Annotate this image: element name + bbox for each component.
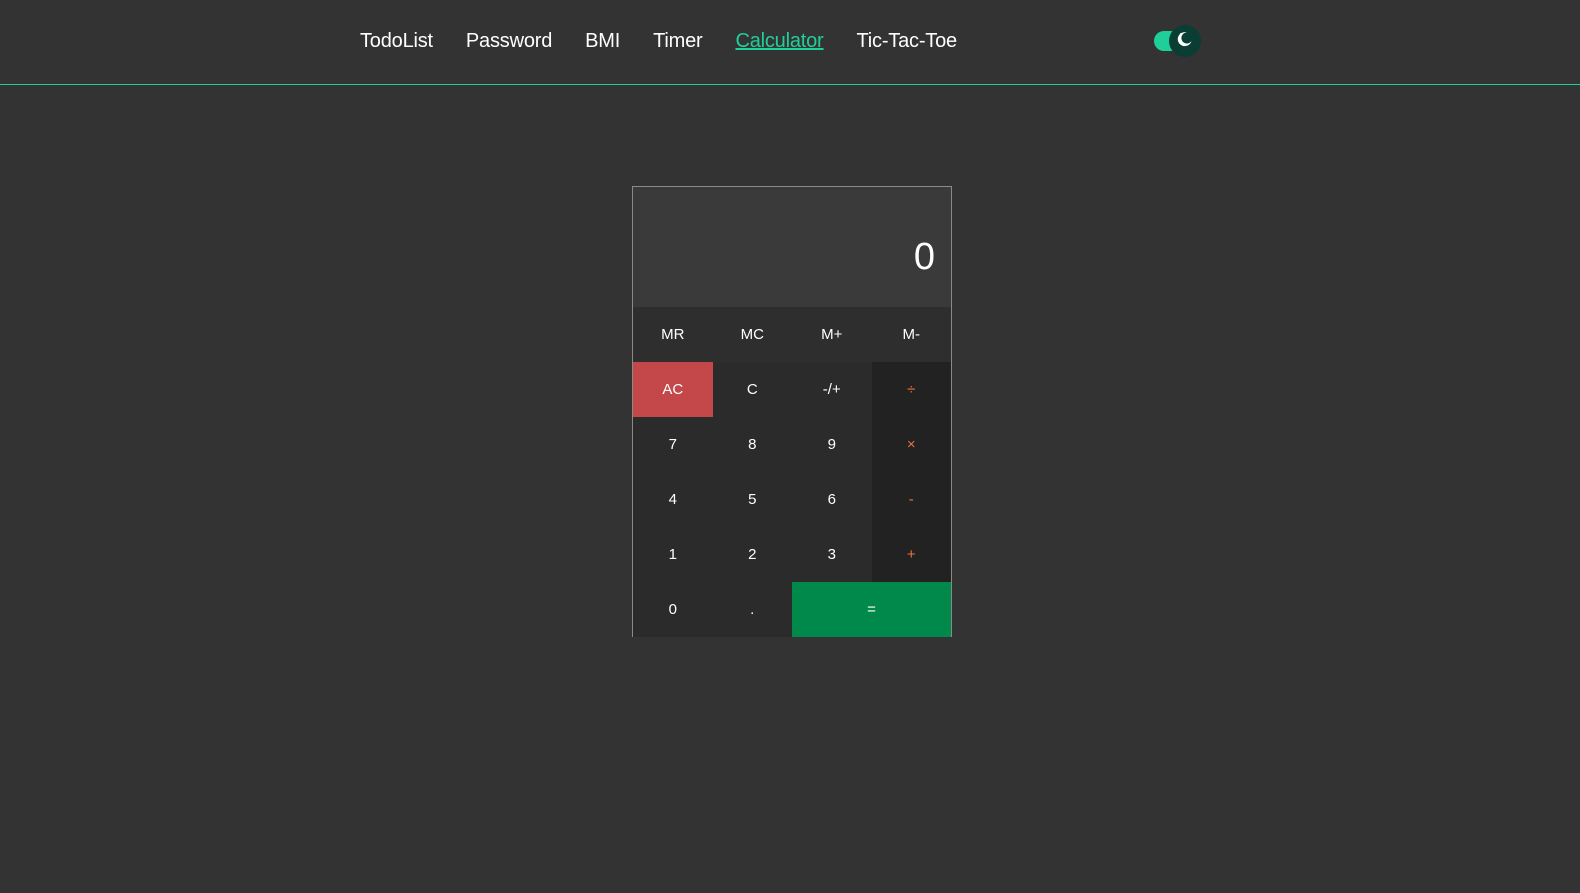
clear-button[interactable]: C	[712, 362, 792, 417]
toggle-knob	[1169, 25, 1201, 57]
memory-add-button[interactable]: M+	[792, 307, 872, 362]
digit-4-button[interactable]: 4	[633, 472, 713, 527]
nav-link-bmi[interactable]: BMI	[585, 27, 620, 55]
digit-6-button[interactable]: 6	[792, 472, 872, 527]
theme-toggle[interactable]	[1154, 25, 1202, 57]
digit-1-button[interactable]: 1	[633, 527, 713, 582]
digit-2-button[interactable]: 2	[712, 527, 792, 582]
calculator-keypad: MR MC M+ M- AC C -/+ ÷ 7 8 9 × 4 5 6 - 1…	[633, 307, 951, 637]
digit-3-button[interactable]: 3	[792, 527, 872, 582]
memory-recall-button[interactable]: MR	[633, 307, 713, 362]
subtract-button[interactable]: -	[871, 472, 951, 527]
all-clear-button[interactable]: AC	[633, 362, 713, 417]
nav-link-calculator[interactable]: Calculator	[735, 27, 823, 55]
calculator: 0 MR MC M+ M- AC C -/+ ÷ 7 8 9 × 4 5 6 -…	[632, 186, 952, 637]
top-navigation-bar: TodoList Password BMI Timer Calculator T…	[0, 0, 1580, 85]
nav-link-timer[interactable]: Timer	[653, 27, 703, 55]
add-button[interactable]: +	[871, 527, 951, 582]
digit-8-button[interactable]: 8	[712, 417, 792, 472]
equals-button[interactable]: =	[792, 582, 951, 637]
nav-link-password[interactable]: Password	[466, 27, 552, 55]
nav-link-tic-tac-toe[interactable]: Tic-Tac-Toe	[857, 27, 958, 55]
memory-clear-button[interactable]: MC	[712, 307, 792, 362]
decimal-point-button[interactable]: .	[712, 582, 792, 637]
nav-link-todolist[interactable]: TodoList	[360, 27, 433, 55]
multiply-button[interactable]: ×	[871, 417, 951, 472]
display-value: 0	[913, 236, 935, 278]
main-nav: TodoList Password BMI Timer Calculator T…	[360, 27, 990, 55]
moon-icon	[1176, 30, 1194, 53]
digit-5-button[interactable]: 5	[712, 472, 792, 527]
digit-7-button[interactable]: 7	[633, 417, 713, 472]
divide-button[interactable]: ÷	[871, 362, 951, 417]
negate-button[interactable]: -/+	[792, 362, 872, 417]
memory-subtract-button[interactable]: M-	[871, 307, 951, 362]
digit-9-button[interactable]: 9	[792, 417, 872, 472]
calculator-display: 0	[633, 187, 951, 307]
digit-0-button[interactable]: 0	[633, 582, 713, 637]
